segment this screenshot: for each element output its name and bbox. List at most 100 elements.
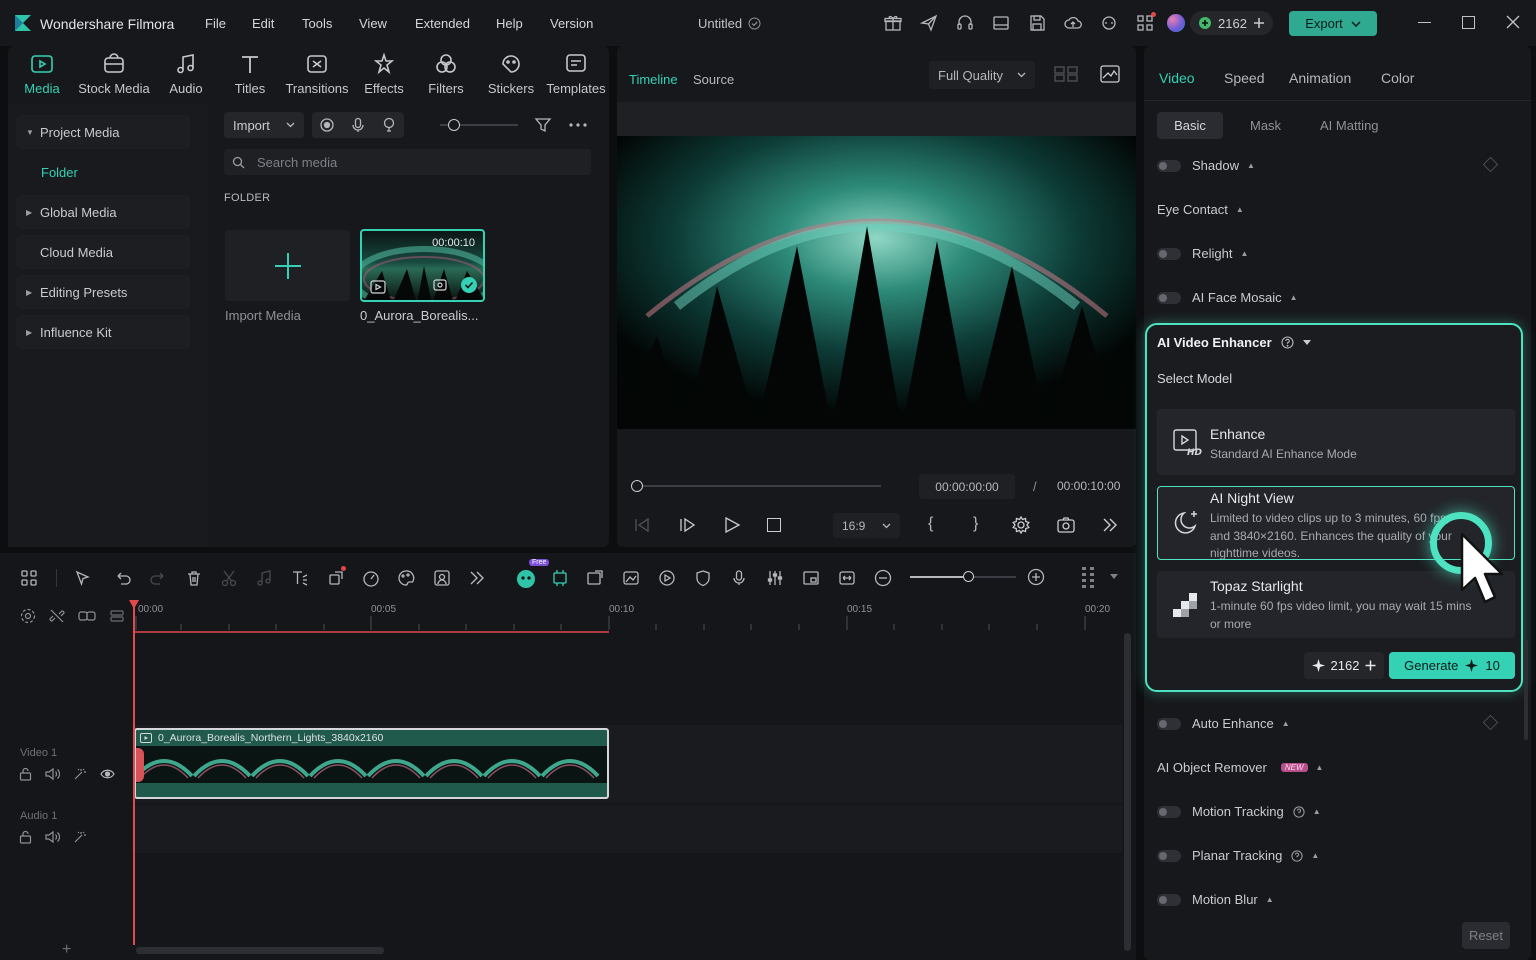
add-track-button[interactable]: +	[62, 941, 71, 959]
subtab-mask[interactable]: Mask	[1250, 118, 1281, 133]
crop-icon[interactable]	[327, 566, 362, 587]
settings-gear-icon[interactable]	[1012, 516, 1030, 534]
collapse-caret-icon[interactable]: ▲	[1311, 851, 1319, 860]
zoom-in-icon[interactable]	[1027, 568, 1045, 586]
timeline-settings-icon[interactable]	[1080, 565, 1096, 589]
color-palette-icon[interactable]	[397, 569, 433, 587]
delete-icon[interactable]	[185, 569, 220, 587]
previous-frame-icon[interactable]	[633, 517, 651, 533]
tab-transitions[interactable]: Transitions	[279, 52, 355, 96]
play-icon[interactable]	[723, 517, 741, 533]
sidebar-item-cloud-media[interactable]: Cloud Media	[16, 235, 190, 269]
expand-tools-icon[interactable]	[469, 570, 515, 586]
sidebar-item-editing-presets[interactable]: ▶ Editing Presets	[16, 275, 190, 309]
help-icon[interactable]	[1291, 849, 1303, 862]
menu-version[interactable]: Version	[550, 16, 593, 31]
play-reverse-icon[interactable]	[678, 517, 696, 533]
text-to-speech-icon[interactable]	[291, 569, 327, 587]
timeline-horizontal-scrollbar[interactable]	[136, 947, 384, 954]
tab-timeline[interactable]: Timeline	[629, 72, 678, 87]
tab-animation[interactable]: Animation	[1289, 70, 1351, 86]
playhead[interactable]	[133, 603, 135, 945]
cut-icon[interactable]	[220, 569, 255, 587]
timeline-video-clip[interactable]: 0_Aurora_Borealis_Northern_Lights_3840x2…	[134, 728, 609, 799]
collapse-caret-icon[interactable]: ▲	[1247, 161, 1255, 170]
properties-scrollbar[interactable]	[1524, 640, 1528, 740]
caret-down-icon[interactable]	[1110, 574, 1118, 579]
generate-button[interactable]: Generate 10	[1389, 652, 1515, 679]
more-options-icon[interactable]	[568, 117, 588, 133]
filter-icon[interactable]	[534, 116, 552, 134]
snapshot-preview-icon[interactable]	[1100, 65, 1120, 83]
timeline-ruler[interactable]: 00:00 00:05 00:10 00:15 00:20	[134, 598, 1122, 634]
image-edit-icon[interactable]	[622, 569, 658, 587]
help-icon[interactable]	[1293, 805, 1305, 818]
subtab-ai-matting[interactable]: AI Matting	[1320, 118, 1379, 133]
select-tool-icon[interactable]	[74, 569, 114, 587]
tab-templates[interactable]: Templates	[543, 52, 609, 96]
ai-copilot-icon[interactable]: Free	[515, 559, 551, 589]
scene-detect-icon[interactable]	[586, 569, 622, 587]
voiceover-icon[interactable]	[381, 117, 397, 133]
enhancer-credits-badge[interactable]: 2162	[1304, 652, 1384, 679]
shadow-toggle[interactable]	[1157, 159, 1181, 172]
relight-toggle[interactable]	[1157, 247, 1181, 260]
tab-color[interactable]: Color	[1381, 70, 1414, 86]
import-dropdown[interactable]: Import	[224, 112, 304, 138]
menu-edit[interactable]: Edit	[252, 16, 274, 31]
model-card-enhance[interactable]: HD Enhance Standard AI Enhance Mode	[1157, 409, 1515, 475]
lock-icon[interactable]	[19, 767, 32, 781]
expand-caret-icon[interactable]	[1302, 340, 1311, 345]
audio-mixer-icon[interactable]	[766, 569, 802, 587]
aspect-ratio-dropdown[interactable]: 16:9	[833, 513, 900, 538]
collapse-caret-icon[interactable]: ▲	[1313, 807, 1321, 816]
track-settings-icon[interactable]	[20, 608, 36, 624]
ai-video-enhancer-header[interactable]: AI Video Enhancer	[1157, 335, 1311, 350]
layout-grid-icon[interactable]	[20, 569, 56, 587]
scrubber-handle[interactable]	[631, 480, 643, 492]
planar-tracking-toggle[interactable]	[1157, 849, 1181, 862]
ai-portrait-icon[interactable]	[433, 569, 469, 587]
menu-file[interactable]: File	[205, 16, 226, 31]
record-icon[interactable]	[319, 117, 335, 133]
layout-icon[interactable]	[990, 12, 1012, 34]
mask-shield-icon[interactable]	[694, 569, 730, 587]
mark-in-button[interactable]: {	[928, 515, 933, 533]
collapse-caret-icon[interactable]: ▲	[1282, 719, 1290, 728]
auto-enhance-toggle[interactable]	[1157, 717, 1181, 730]
collapse-caret-icon[interactable]: ▲	[1266, 895, 1274, 904]
avatar[interactable]	[1167, 14, 1185, 32]
redo-icon[interactable]	[149, 569, 185, 587]
speaker-icon[interactable]	[45, 830, 60, 844]
tab-stock-media[interactable]: Stock Media	[78, 52, 150, 96]
sidebar-item-influence-kit[interactable]: ▶ Influence Kit	[16, 315, 190, 349]
minimize-icon[interactable]	[1418, 22, 1431, 24]
motion-tracking-toggle[interactable]	[1157, 805, 1181, 818]
menu-view[interactable]: View	[359, 16, 387, 31]
sidebar-item-project-media[interactable]: ▼ Project Media	[16, 115, 190, 149]
slider-handle[interactable]	[448, 119, 460, 131]
headset-icon[interactable]	[1098, 12, 1120, 34]
menu-extended[interactable]: Extended	[415, 16, 470, 31]
search-input[interactable]: Search media	[224, 149, 591, 175]
send-icon[interactable]	[918, 12, 940, 34]
ai-face-mosaic-toggle[interactable]	[1157, 291, 1181, 304]
sidebar-item-folder[interactable]: Folder	[41, 165, 78, 180]
tab-stickers[interactable]: Stickers	[480, 52, 542, 96]
audio-detach-icon[interactable]	[255, 569, 291, 587]
auto-reframe-icon[interactable]	[551, 569, 586, 587]
apps-grid-icon[interactable]	[1134, 12, 1156, 34]
cloud-upload-icon[interactable]	[1062, 12, 1084, 34]
unlink-icon[interactable]	[49, 608, 65, 624]
help-icon[interactable]	[1281, 336, 1294, 349]
link-icon[interactable]	[78, 608, 96, 624]
more-controls-icon[interactable]	[1102, 517, 1118, 533]
support-icon[interactable]	[954, 12, 976, 34]
current-timecode[interactable]: 00:00:00:00	[919, 474, 1015, 499]
maximize-icon[interactable]	[1462, 16, 1475, 29]
stop-icon[interactable]	[767, 518, 781, 532]
export-button[interactable]: Export	[1289, 11, 1377, 36]
menu-help[interactable]: Help	[496, 16, 523, 31]
zoom-out-icon[interactable]	[874, 569, 894, 587]
close-icon[interactable]	[1506, 15, 1520, 29]
